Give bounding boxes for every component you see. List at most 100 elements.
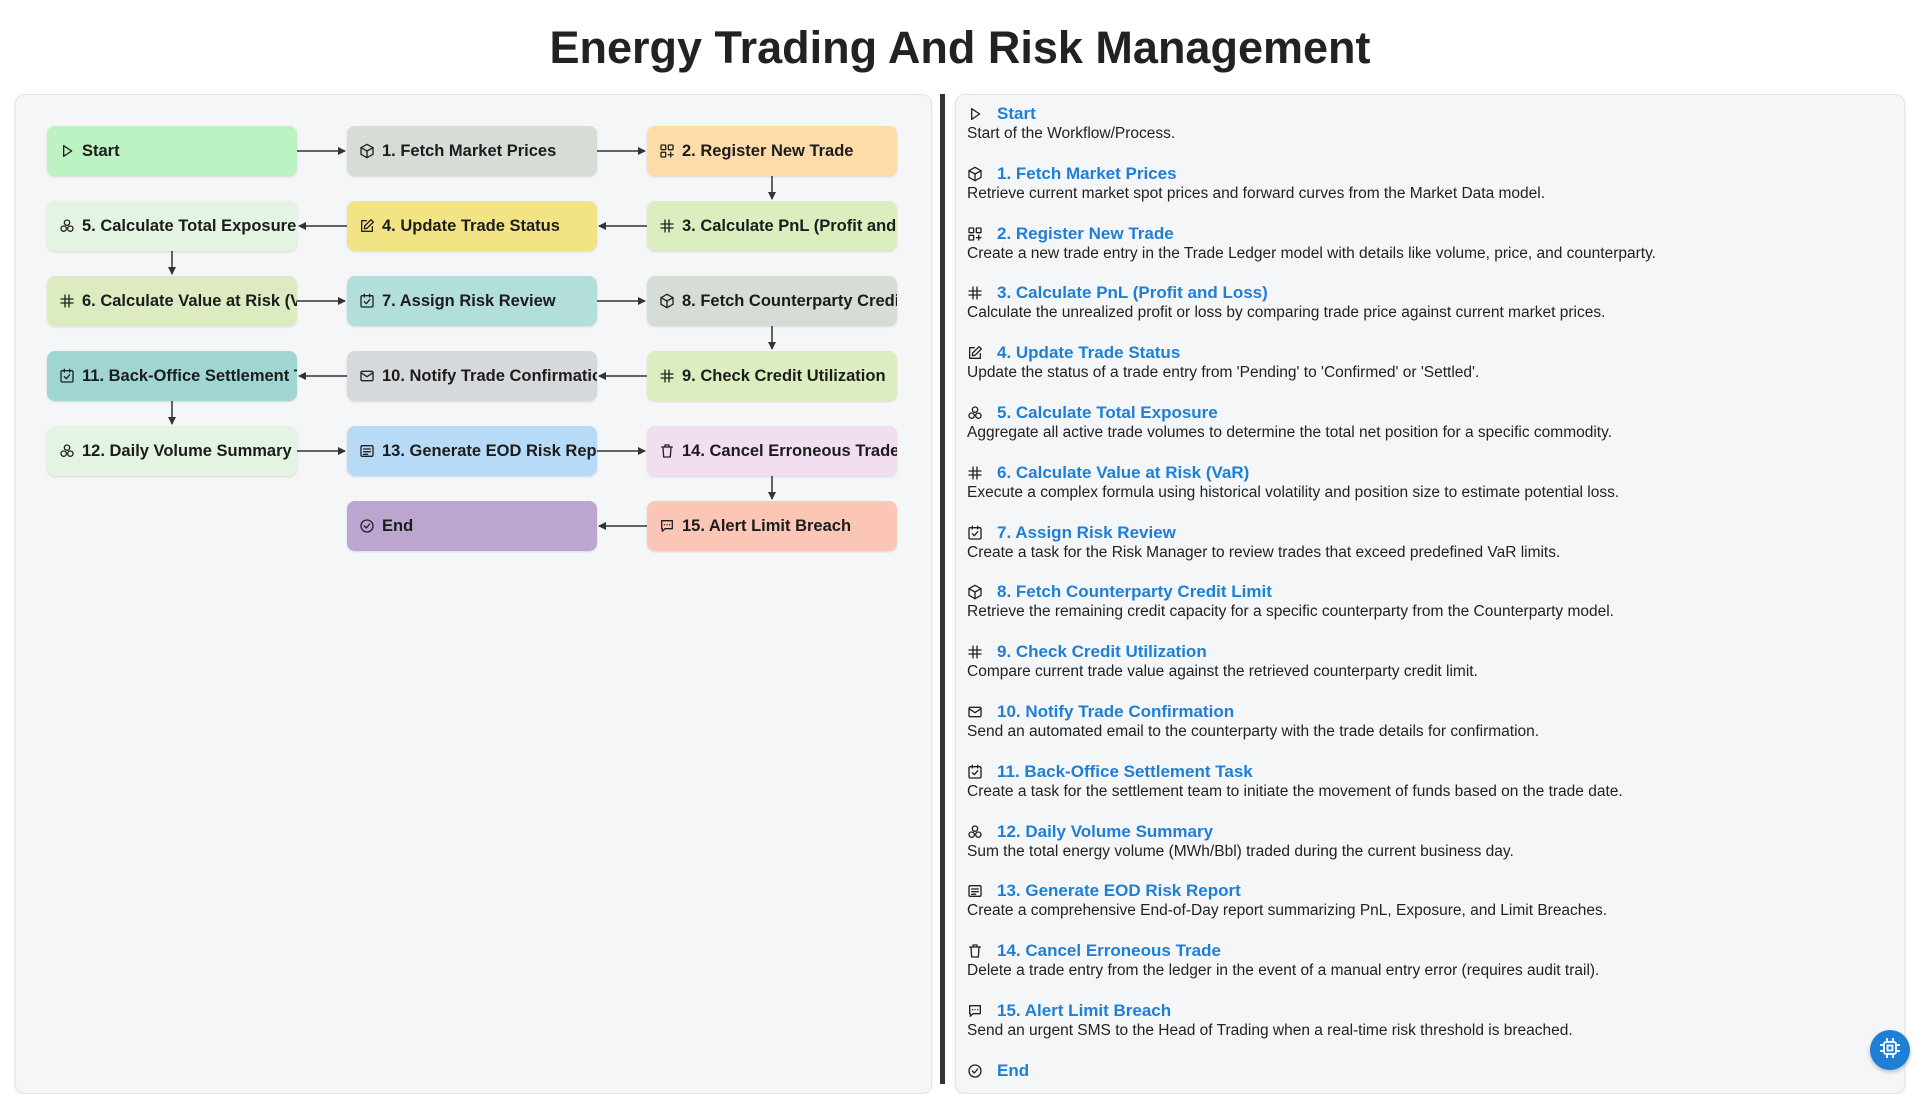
aggregate-icon xyxy=(59,218,75,234)
edit-icon xyxy=(359,218,375,234)
flow-node-n10[interactable]: 10. Notify Trade Confirmation xyxy=(347,351,597,401)
step-title-link[interactable]: End xyxy=(997,1061,1029,1081)
step-title-link[interactable]: 12. Daily Volume Summary xyxy=(997,822,1213,842)
step-item: 11. Back-Office Settlement Task Create a … xyxy=(967,762,1887,801)
flow-node-label: 12. Daily Volume Summary xyxy=(82,441,292,460)
flow-node-n8[interactable]: 8. Fetch Counterparty Credit Limit xyxy=(647,276,897,326)
flow-node-n15[interactable]: 15. Alert Limit Breach xyxy=(647,501,897,551)
chip-button[interactable] xyxy=(1870,1030,1910,1070)
flow-node-n6[interactable]: 6. Calculate Value at Risk (VaR) xyxy=(47,276,297,326)
step-header: 7. Assign Risk Review xyxy=(967,523,1887,543)
flow-node-n3[interactable]: 3. Calculate PnL (Profit and Loss) xyxy=(647,201,897,251)
flow-node-end[interactable]: End xyxy=(347,501,597,551)
step-title-link[interactable]: 9. Check Credit Utilization xyxy=(997,642,1207,662)
flow-node-label: 4. Update Trade Status xyxy=(382,216,560,235)
step-header: 12. Daily Volume Summary xyxy=(967,822,1887,842)
cube-icon xyxy=(359,143,375,159)
flow-node-label: 11. Back-Office Settlement Task xyxy=(82,366,297,385)
hash-icon xyxy=(967,644,983,660)
flow-node-n4[interactable]: 4. Update Trade Status xyxy=(347,201,597,251)
step-title-link[interactable]: 14. Cancel Erroneous Trade xyxy=(997,941,1221,961)
hash-icon xyxy=(659,218,675,234)
flow-node-n11[interactable]: 11. Back-Office Settlement Task xyxy=(47,351,297,401)
flow-node-label: 5. Calculate Total Exposure xyxy=(82,216,297,235)
step-description: Compare current trade value against the … xyxy=(967,663,1478,681)
checkbox-icon xyxy=(59,368,75,384)
step-title-link[interactable]: 2. Register New Trade xyxy=(997,224,1174,244)
step-title-link[interactable]: 4. Update Trade Status xyxy=(997,343,1180,363)
step-title-link[interactable]: 5. Calculate Total Exposure xyxy=(997,403,1218,423)
step-item: 13. Generate EOD Risk Report Create a com… xyxy=(967,881,1887,920)
checkbox-icon xyxy=(359,293,375,309)
step-header: 4. Update Trade Status xyxy=(967,343,1887,363)
edit-icon xyxy=(967,345,983,361)
flow-node-label: End xyxy=(382,516,414,535)
flow-node-label: 1. Fetch Market Prices xyxy=(382,141,557,160)
step-item: 2. Register New Trade Create a new trade … xyxy=(967,224,1887,263)
mail-icon xyxy=(359,368,375,384)
play-icon xyxy=(967,106,983,122)
flow-node-label: 8. Fetch Counterparty Credit Limit xyxy=(682,291,897,310)
step-description: Send an urgent SMS to the Head of Tradin… xyxy=(967,1022,1573,1039)
step-title-link[interactable]: 7. Assign Risk Review xyxy=(997,523,1176,543)
grid-plus-icon xyxy=(659,143,675,159)
flow-node-label: 2. Register New Trade xyxy=(682,141,854,160)
play-icon xyxy=(59,143,75,159)
step-description: Create a comprehensive End-of-Day report… xyxy=(967,902,1608,920)
cube-icon xyxy=(967,166,983,182)
step-header: 8. Fetch Counterparty Credit Limit xyxy=(967,582,1887,602)
hash-icon xyxy=(967,465,983,481)
step-description: Start of the Workflow/Process. xyxy=(967,125,1176,142)
step-description: Retrieve the remaining credit capacity f… xyxy=(967,603,1614,621)
flow-node-n5[interactable]: 5. Calculate Total Exposure xyxy=(47,201,297,251)
step-item: 9. Check Credit Utilization Compare curre… xyxy=(967,642,1887,681)
mail-icon xyxy=(967,704,983,720)
step-title-link[interactable]: Start xyxy=(997,104,1036,124)
flow-node-n14[interactable]: 14. Cancel Erroneous Trade xyxy=(647,426,897,476)
flow-node-label: 6. Calculate Value at Risk (VaR) xyxy=(82,291,297,310)
flow-node-n9[interactable]: 9. Check Credit Utilization xyxy=(647,351,897,401)
flow-node-n13[interactable]: 13. Generate EOD Risk Report xyxy=(347,426,597,476)
step-description: Retrieve current market spot prices and … xyxy=(967,184,1546,202)
step-header: 5. Calculate Total Exposure xyxy=(967,403,1887,423)
cube-icon xyxy=(659,293,675,309)
flow-node-n1[interactable]: 1. Fetch Market Prices xyxy=(347,126,597,176)
step-description: Create a new trade entry in the Trade Le… xyxy=(967,244,1656,262)
aggregate-icon xyxy=(967,405,983,421)
step-title-link[interactable]: 11. Back-Office Settlement Task xyxy=(997,762,1253,782)
flow-node-label: 7. Assign Risk Review xyxy=(382,291,556,310)
flow-node-n7[interactable]: 7. Assign Risk Review xyxy=(347,276,597,326)
step-item: 7. Assign Risk Review Create a task for t… xyxy=(967,523,1887,562)
step-header: 2. Register New Trade xyxy=(967,224,1887,244)
step-description: Calculate the unrealized profit or loss … xyxy=(967,304,1606,322)
step-title-link[interactable]: 6. Calculate Value at Risk (VaR) xyxy=(997,463,1249,483)
step-title-link[interactable]: 3. Calculate PnL (Profit and Loss) xyxy=(997,283,1268,303)
check-circle-icon xyxy=(967,1063,983,1079)
step-item: End xyxy=(967,1061,1887,1081)
flow-node-label: 13. Generate EOD Risk Report xyxy=(382,441,597,460)
panel-divider[interactable] xyxy=(940,94,945,1084)
step-item: 5. Calculate Total Exposure Aggregate all… xyxy=(967,403,1887,442)
step-title-link[interactable]: 1. Fetch Market Prices xyxy=(997,164,1177,184)
step-item: 15. Alert Limit Breach Send an urgent SMS… xyxy=(967,1001,1887,1040)
checkbox-icon xyxy=(967,764,983,780)
step-description: Create a task for the Risk Manager to re… xyxy=(967,543,1561,561)
step-header: 3. Calculate PnL (Profit and Loss) xyxy=(967,283,1887,303)
step-title-link[interactable]: 13. Generate EOD Risk Report xyxy=(997,881,1241,901)
cube-icon xyxy=(967,584,983,600)
step-description: Update the status of a trade entry from … xyxy=(967,364,1480,382)
step-header: 14. Cancel Erroneous Trade xyxy=(967,941,1887,961)
flow-node-n12[interactable]: 12. Daily Volume Summary xyxy=(47,426,297,476)
flow-node-n2[interactable]: 2. Register New Trade xyxy=(647,126,897,176)
step-header: 9. Check Credit Utilization xyxy=(967,642,1887,662)
step-title-link[interactable]: 10. Notify Trade Confirmation xyxy=(997,702,1234,722)
step-header: 10. Notify Trade Confirmation xyxy=(967,702,1887,722)
trash-icon xyxy=(967,943,983,959)
check-circle-icon xyxy=(359,518,375,534)
flow-node-start[interactable]: Start xyxy=(47,126,297,176)
step-header: 15. Alert Limit Breach xyxy=(967,1001,1887,1021)
step-item: 6. Calculate Value at Risk (VaR) Execute … xyxy=(967,463,1887,502)
step-title-link[interactable]: 15. Alert Limit Breach xyxy=(997,1001,1171,1021)
flow-node-label: 9. Check Credit Utilization xyxy=(682,366,886,385)
step-title-link[interactable]: 8. Fetch Counterparty Credit Limit xyxy=(997,582,1272,602)
